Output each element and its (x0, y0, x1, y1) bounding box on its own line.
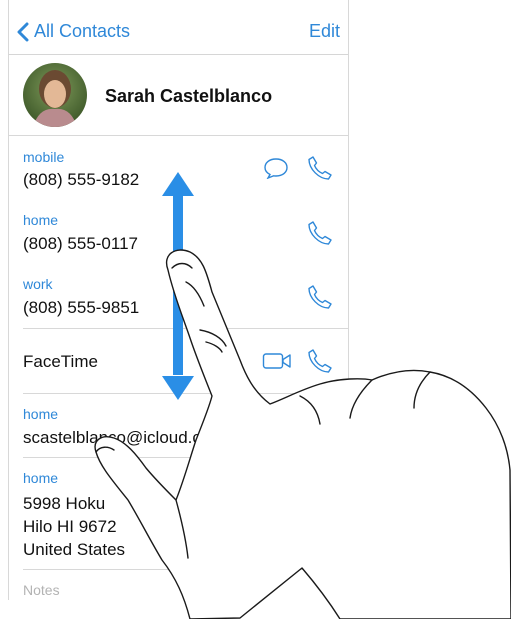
field-label-home: home (23, 212, 59, 228)
email-label: home (23, 406, 59, 422)
edit-button[interactable]: Edit (309, 21, 340, 42)
contact-header: Sarah Castelblanco (8, 55, 349, 135)
field-value-home[interactable]: (808) 555-0117 (23, 234, 138, 254)
field-label-work: work (23, 276, 53, 292)
chevron-left-icon (17, 22, 29, 41)
contact-name: Sarah Castelblanco (105, 86, 273, 106)
address-line-2[interactable]: Hilo HI 9672 (23, 517, 117, 537)
video-icon[interactable] (262, 351, 292, 376)
message-icon[interactable] (263, 157, 289, 184)
avatar (23, 63, 87, 127)
address-line-1[interactable]: 5998 Hoku (23, 494, 105, 514)
facetime-label: FaceTime (23, 352, 98, 371)
email-value[interactable]: scastelblanco@icloud.com (23, 428, 225, 448)
phone-icon[interactable] (307, 348, 333, 379)
divider (23, 393, 349, 394)
divider (23, 569, 349, 570)
phone-icon[interactable] (307, 155, 333, 186)
phone-icon[interactable] (307, 284, 333, 315)
back-button[interactable]: All Contacts (16, 21, 130, 42)
address-label: home (23, 470, 59, 486)
address-line-3[interactable]: United States (23, 540, 125, 560)
field-value-mobile[interactable]: (808) 555-9182 (23, 170, 139, 190)
field-value-work[interactable]: (808) 555-9851 (23, 298, 139, 318)
divider (23, 328, 349, 329)
notes-label: Notes (23, 582, 60, 598)
divider (23, 457, 349, 458)
phone-icon[interactable] (307, 220, 333, 251)
contact-screen: All Contacts Edit Sarah Castelblanco mob… (8, 0, 349, 600)
field-label-mobile: mobile (23, 149, 65, 165)
divider (8, 135, 349, 136)
navigation-bar: All Contacts Edit (8, 8, 349, 55)
back-label: All Contacts (34, 21, 131, 41)
